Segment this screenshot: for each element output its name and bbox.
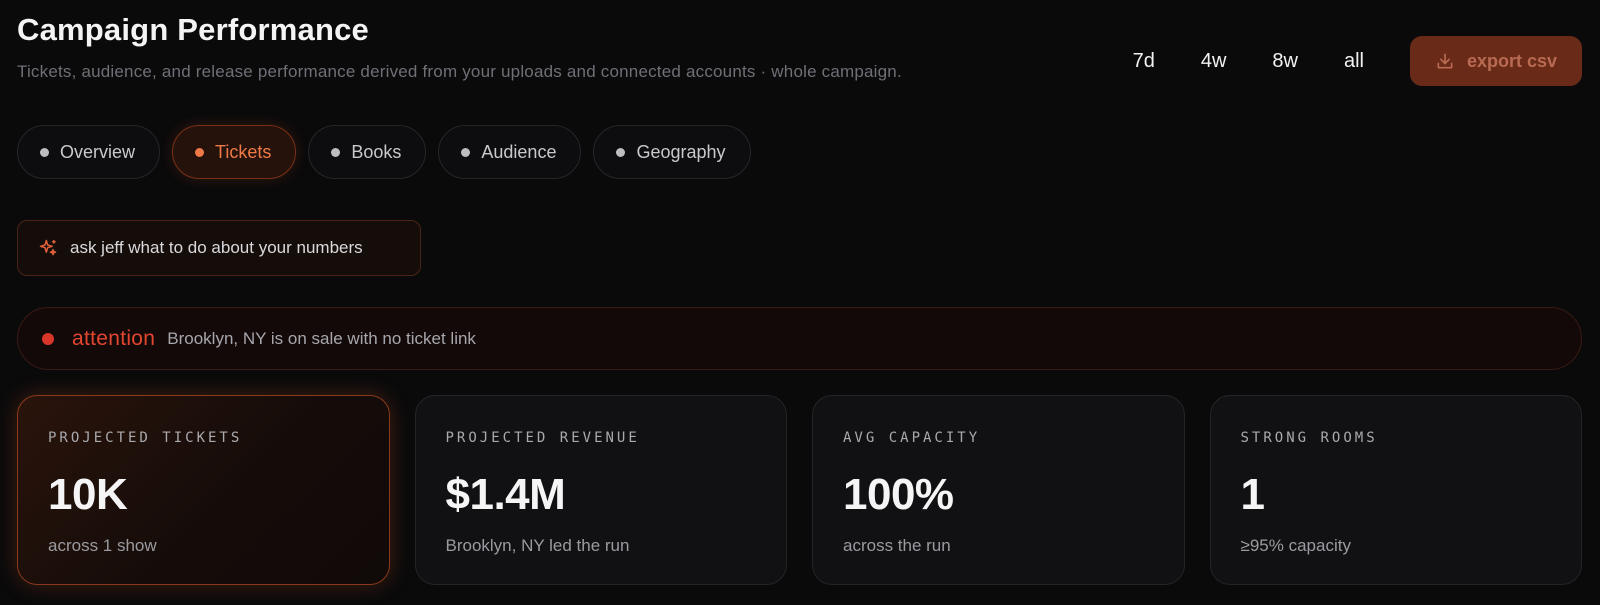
metric-value: $1.4M <box>445 470 566 519</box>
tab-overview[interactable]: Overview <box>17 125 161 179</box>
tab-dot <box>461 147 471 157</box>
tab-label: Tickets <box>215 141 272 162</box>
alert-message: Brooklyn, NY is on sale with no ticket l… <box>167 328 476 348</box>
ask-jeff-label: ask jeff what to do about your numbers <box>70 238 363 257</box>
tab-audience[interactable]: Audience <box>438 125 582 179</box>
metric-card-avg-capacity: AVG CAPACITY 100% across the run <box>812 395 1185 585</box>
metric-note: Brooklyn, NY led the run <box>445 536 630 555</box>
date-range-group: 7d 4w 8w all export csv <box>1133 36 1582 86</box>
tab-label: Audience <box>481 141 557 162</box>
metric-note: across the run <box>843 536 951 555</box>
metric-value: 100% <box>843 470 954 519</box>
metric-label: PROJECTED TICKETS <box>48 430 243 446</box>
download-icon <box>1437 53 1453 69</box>
tab-dot <box>195 147 205 157</box>
ask-jeff-button[interactable]: ask jeff what to do about your numbers <box>17 220 421 276</box>
tab-label: Books <box>351 141 402 162</box>
metric-value: 1 <box>1240 470 1265 519</box>
range-7d-button[interactable]: 7d <box>1133 50 1155 73</box>
attention-alert: attention Brooklyn, NY is on sale with n… <box>17 307 1582 370</box>
export-csv-label: export csv <box>1466 50 1558 71</box>
tab-tickets[interactable]: Tickets <box>172 125 297 179</box>
tab-label: Geography <box>636 141 726 162</box>
metric-note: ≥95% capacity <box>1240 536 1351 555</box>
alert-label: attention <box>72 326 156 350</box>
export-csv-button[interactable]: export csv <box>1410 36 1582 86</box>
metric-cards: PROJECTED TICKETS 10K across 1 show PROJ… <box>17 395 1582 585</box>
range-4w-button[interactable]: 4w <box>1201 50 1227 73</box>
tab-label: Overview <box>60 141 136 162</box>
tab-bar: Overview Tickets Books Audience Geograph… <box>17 125 751 179</box>
range-all-button[interactable]: all <box>1344 50 1364 73</box>
metric-label: STRONG ROOMS <box>1240 430 1378 446</box>
metric-card-strong-rooms: STRONG ROOMS 1 ≥95% capacity <box>1209 395 1582 585</box>
metric-note: across 1 show <box>48 536 157 555</box>
range-8w-button[interactable]: 8w <box>1272 50 1298 73</box>
tab-dot <box>40 147 49 157</box>
metric-card-projected-revenue: PROJECTED REVENUE $1.4M Brooklyn, NY led… <box>414 395 787 585</box>
page: Campaign Performance Tickets, audience, … <box>0 0 1600 605</box>
tab-geography[interactable]: Geography <box>593 125 751 179</box>
header: Campaign Performance Tickets, audience, … <box>17 12 1582 86</box>
tab-dot <box>331 147 341 157</box>
tab-books[interactable]: Books <box>308 125 427 179</box>
metric-label: AVG CAPACITY <box>843 430 981 446</box>
metric-label: PROJECTED REVENUE <box>445 430 640 446</box>
sparkle-icon <box>39 239 57 256</box>
tab-dot <box>616 147 626 157</box>
alert-dot-icon <box>42 332 54 345</box>
metric-value: 10K <box>48 470 128 519</box>
metric-card-projected-tickets: PROJECTED TICKETS 10K across 1 show <box>17 395 390 585</box>
